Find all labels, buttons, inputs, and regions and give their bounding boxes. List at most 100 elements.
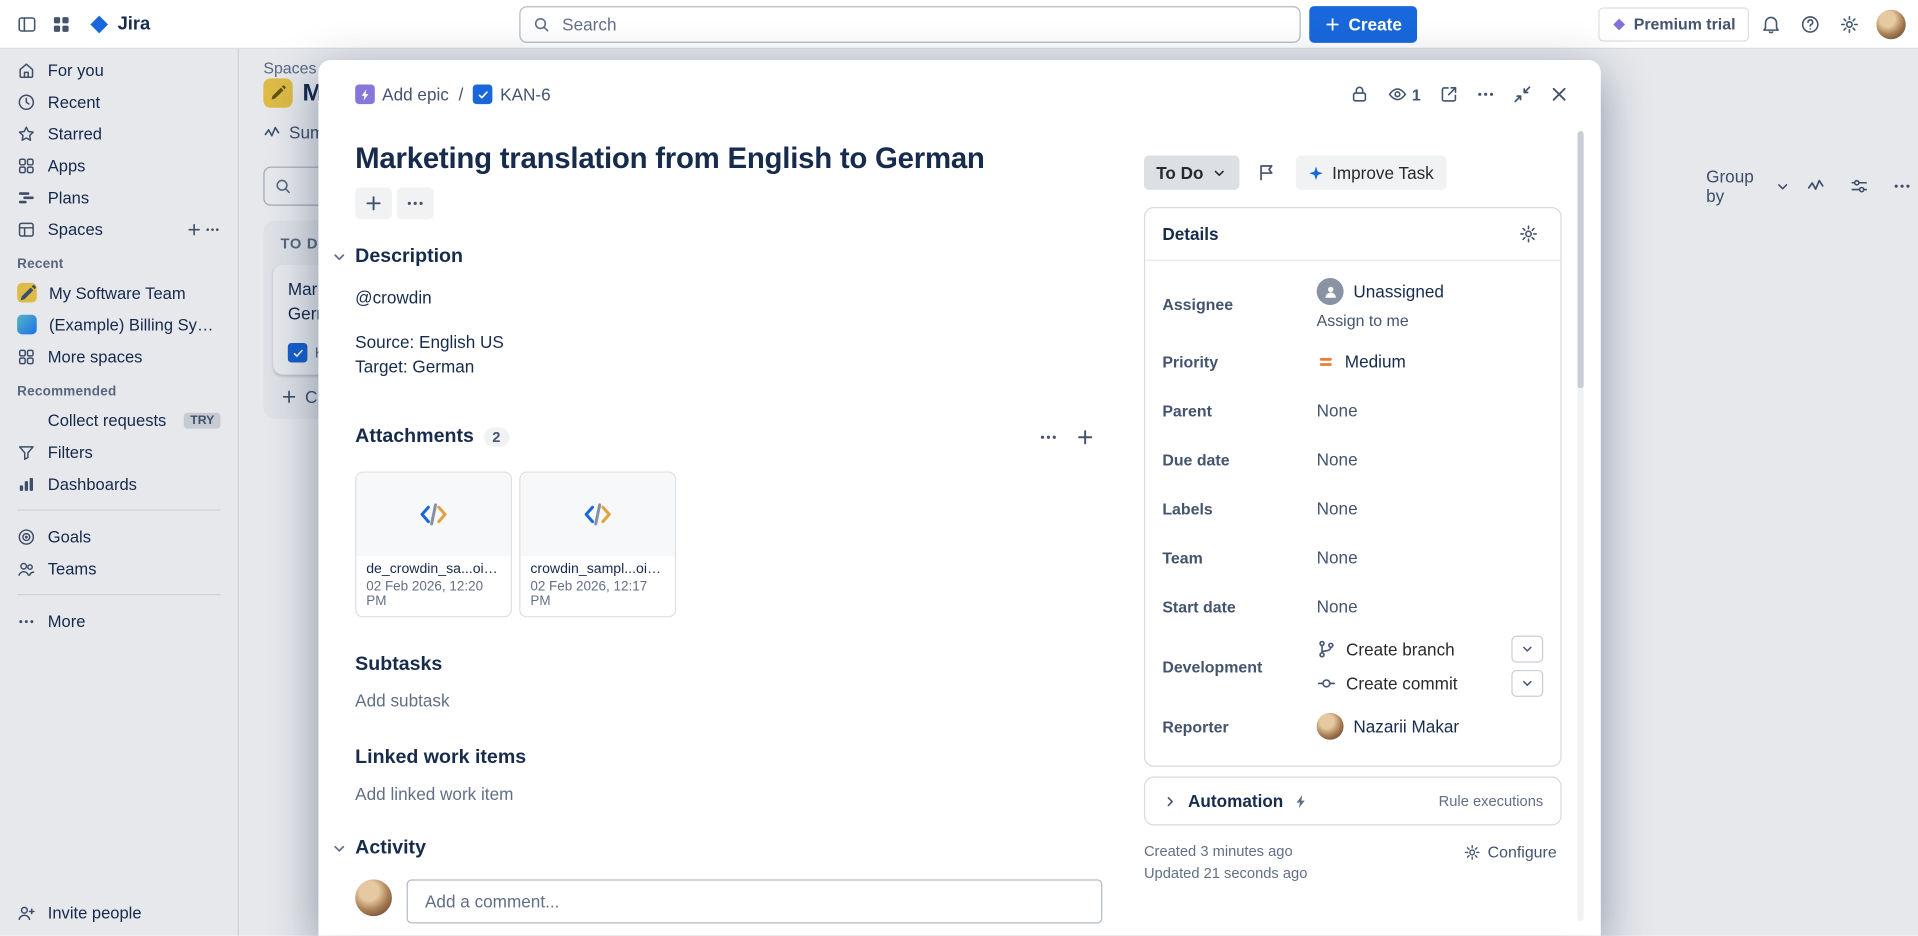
assignee-value[interactable]: Unassigned (1317, 278, 1544, 305)
attachment-filename: crowdin_sampl...oid.xml (530, 562, 665, 577)
plus-icon (364, 194, 384, 214)
user-avatar[interactable] (1876, 9, 1905, 38)
global-search (519, 6, 1300, 43)
start-date-value[interactable]: None (1317, 596, 1544, 616)
description-target-line: Target: German (355, 354, 1102, 378)
add-subtask-button[interactable]: Add subtask (355, 691, 1102, 711)
activity-section: Activity Suggest a reply Who is working … (355, 838, 1102, 936)
add-attachment-button[interactable] (1068, 420, 1102, 454)
description-source-line: Source: English US (355, 329, 1102, 353)
flag-button[interactable] (1249, 156, 1283, 190)
watch-button[interactable]: 1 (1379, 77, 1430, 111)
create-button[interactable]: Create (1309, 6, 1416, 43)
details-settings-button[interactable] (1514, 219, 1543, 248)
create-commit-row[interactable]: Create commit (1317, 670, 1544, 697)
issue-modal: Add epic / KAN-6 1 (318, 60, 1600, 936)
add-content-button[interactable] (355, 187, 392, 219)
commit-icon (1317, 674, 1337, 694)
linked-items-heading: Linked work items (355, 747, 526, 769)
share-button[interactable] (1432, 77, 1466, 111)
assign-to-me-link[interactable]: Assign to me (1317, 311, 1544, 329)
app-name: Jira (118, 13, 151, 34)
configure-button[interactable]: Configure (1458, 840, 1561, 863)
plus-icon (1324, 16, 1341, 33)
sidebar-toggle-icon (17, 14, 37, 34)
help-button[interactable] (1793, 7, 1827, 41)
attachment-date: 02 Feb 2026, 12:17 PM (530, 579, 665, 608)
attachments-section: Attachments 2 de_crowdin_sa...oid.xml (355, 420, 1102, 617)
code-file-icon (582, 498, 614, 530)
search-icon (533, 16, 550, 33)
premium-diamond-icon (1612, 17, 1627, 32)
premium-trial-label: Premium trial (1634, 15, 1736, 33)
field-parent: Parent None (1162, 386, 1543, 435)
scrollbar-thumb[interactable] (1578, 131, 1584, 388)
priority-value[interactable]: Medium (1317, 352, 1544, 372)
parent-value[interactable]: None (1317, 401, 1544, 421)
attachments-more-button[interactable] (1031, 420, 1065, 454)
gear-icon (1519, 224, 1539, 244)
attachment-card[interactable]: de_crowdin_sa...oid.xml 02 Feb 2026, 12:… (355, 472, 512, 618)
close-modal-button[interactable] (1542, 77, 1576, 111)
attachment-card[interactable]: crowdin_sampl...oid.xml 02 Feb 2026, 12:… (519, 472, 676, 618)
linked-work-items-section: Linked work items Add linked work item (355, 747, 1102, 803)
chevron-down-icon (1520, 676, 1535, 691)
restrict-access-button[interactable] (1342, 77, 1376, 111)
issue-title[interactable]: Marketing translation from English to Ge… (355, 141, 1102, 178)
subtasks-section: Subtasks Add subtask (355, 654, 1102, 710)
help-icon (1800, 14, 1820, 34)
issue-key-link[interactable]: KAN-6 (473, 85, 550, 105)
breadcrumb-separator: / (459, 85, 464, 105)
field-reporter: Reporter Nazarii Makar (1162, 702, 1543, 751)
reporter-value[interactable]: Nazarii Makar (1317, 713, 1544, 740)
improve-task-button[interactable]: Improve Task (1295, 156, 1446, 190)
rule-executions-label: Rule executions (1439, 792, 1544, 809)
reporter-avatar (1317, 713, 1344, 740)
collapse-modal-button[interactable] (1505, 77, 1539, 111)
app-switcher-icon (51, 14, 71, 34)
priority-medium-icon (1317, 352, 1335, 370)
labels-value[interactable]: None (1317, 498, 1544, 518)
modal-scrollbar[interactable] (1578, 131, 1584, 921)
app-switcher-button[interactable] (44, 7, 78, 41)
comment-input[interactable] (423, 890, 1087, 912)
description-heading: Description (355, 246, 463, 268)
lock-icon (1349, 85, 1369, 105)
content-more-button[interactable] (397, 187, 434, 219)
field-priority: Priority Medium (1162, 337, 1543, 386)
status-dropdown[interactable]: To Do (1144, 156, 1239, 190)
activity-heading: Activity (355, 838, 426, 860)
chevron-down-icon[interactable] (331, 840, 348, 857)
more-icon (405, 194, 425, 214)
premium-trial-button[interactable]: Premium trial (1598, 7, 1749, 41)
global-search-input[interactable] (560, 13, 1288, 35)
details-heading: Details (1162, 224, 1218, 244)
sparkle-icon (1308, 165, 1324, 181)
description-body[interactable]: @crowdin Source: English US Target: Germ… (355, 285, 1102, 378)
plus-icon (1075, 427, 1095, 447)
team-value[interactable]: None (1317, 547, 1544, 567)
jira-logo[interactable]: Jira (78, 13, 160, 35)
settings-button[interactable] (1832, 7, 1866, 41)
description-section: Description @crowdin Source: English US … (355, 246, 1102, 378)
automation-bolt-icon (1293, 793, 1309, 809)
watch-count: 1 (1412, 85, 1421, 103)
sidebar-toggle-button[interactable] (10, 7, 44, 41)
add-epic-button[interactable]: Add epic (355, 85, 449, 105)
modal-more-button[interactable] (1469, 77, 1503, 111)
add-linked-item-button[interactable]: Add linked work item (355, 784, 1102, 804)
share-icon (1439, 85, 1459, 105)
flag-icon (1256, 163, 1276, 183)
automation-panel[interactable]: Automation Rule executions (1144, 777, 1562, 826)
create-button-label: Create (1348, 15, 1401, 35)
due-date-value[interactable]: None (1317, 449, 1544, 469)
field-start-date: Start date None (1162, 582, 1543, 631)
more-icon (1039, 427, 1059, 447)
commit-dropdown-button[interactable] (1511, 670, 1543, 697)
comment-box (407, 879, 1103, 923)
chevron-down-icon (1520, 642, 1535, 657)
chevron-down-icon[interactable] (331, 249, 348, 266)
branch-dropdown-button[interactable] (1511, 636, 1543, 663)
create-branch-row[interactable]: Create branch (1317, 636, 1544, 663)
notifications-button[interactable] (1754, 7, 1788, 41)
